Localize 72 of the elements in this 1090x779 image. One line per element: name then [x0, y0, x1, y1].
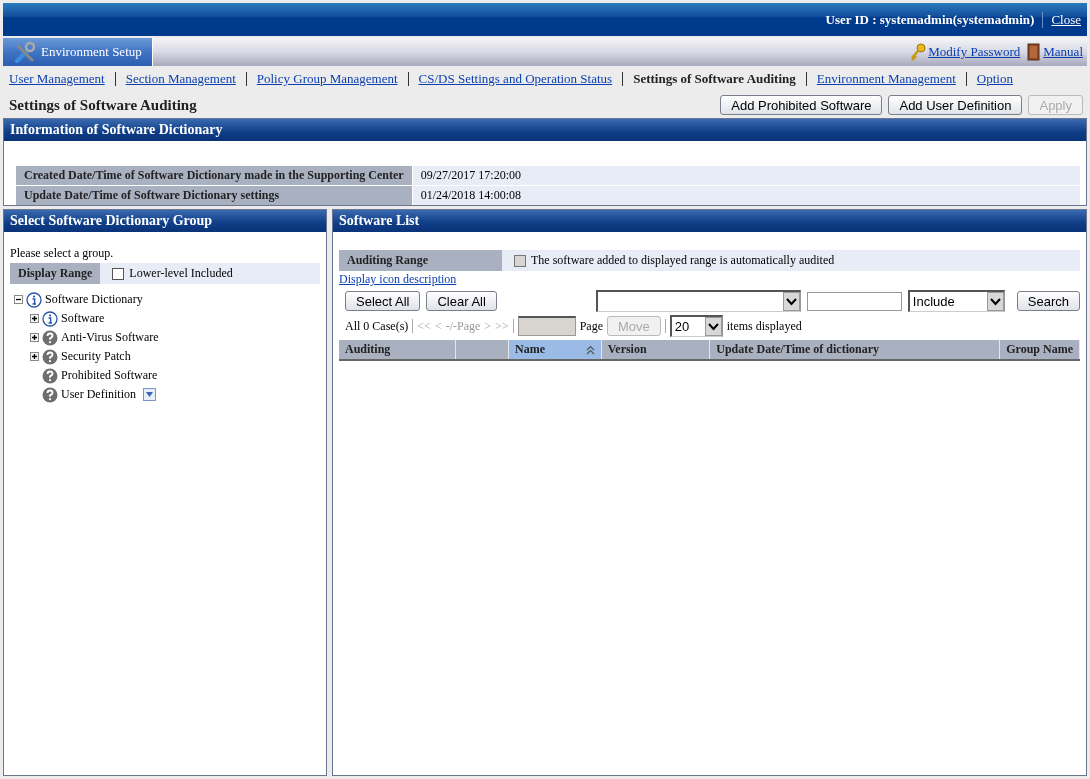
help-icon: [42, 367, 58, 384]
tree-item[interactable]: Security Patch: [61, 349, 131, 364]
collapse-icon[interactable]: [14, 295, 23, 304]
page-title: Settings of Software Auditing: [9, 96, 197, 114]
case-count: All 0 Case(s): [345, 318, 409, 334]
field-value: 09/27/2017 17:20:00: [412, 166, 1080, 185]
icon-description-link[interactable]: Display icon description: [339, 272, 457, 287]
tree-item[interactable]: Software: [61, 311, 105, 326]
select-button[interactable]: Select All: [345, 291, 421, 311]
user-id: User ID : systemadmin(systemadmin): [825, 11, 1035, 28]
page-indicator: -/-Page: [445, 318, 481, 334]
action-button[interactable]: Add Prohibited Software: [720, 95, 883, 115]
dropdown-icon[interactable]: [143, 388, 156, 401]
action-button[interactable]: Add User Definition: [888, 95, 1023, 115]
help-icon: [42, 348, 58, 365]
field-label: Created Date/Time of Software Dictionary made in the Supporting Center: [16, 166, 412, 185]
keyword-field[interactable]: [806, 291, 902, 311]
expand-icon[interactable]: [30, 352, 39, 361]
manual-link[interactable]: Manual: [1043, 44, 1083, 60]
field-label: Update Date/Time of Software Dictionary settings: [16, 186, 412, 205]
sort-ascending-icon: [585, 344, 595, 355]
page-label: Page: [579, 318, 603, 334]
caret-icon: [986, 292, 1004, 311]
per-page-dropdown[interactable]: 20: [669, 315, 723, 337]
tree-item[interactable]: Prohibited Software: [61, 368, 158, 383]
select-button[interactable]: Clear All: [426, 291, 497, 311]
field-value: 01/24/2018 14:00:08: [412, 186, 1080, 205]
info-icon: [26, 291, 42, 308]
panel-title: Software List: [333, 210, 1086, 232]
caret-icon: [704, 317, 722, 336]
panel-title: Select Software Dictionary Group: [4, 210, 326, 232]
column-header[interactable]: Group Name: [999, 340, 1080, 360]
checkbox-label: Lower-level Included: [129, 266, 233, 281]
environment-setup-tab[interactable]: Environment Setup: [3, 38, 153, 66]
key-icon: [909, 43, 927, 61]
expand-icon[interactable]: [30, 314, 39, 323]
nav-link[interactable]: Environment Management: [816, 71, 956, 87]
help-icon: [42, 329, 58, 346]
hint-text: Please select a group.: [10, 246, 115, 261]
modify-password-link[interactable]: Modify Password: [928, 44, 1021, 60]
nav-link[interactable]: Settings of Software Auditing: [633, 71, 796, 87]
tree-item[interactable]: Software Dictionary: [45, 292, 143, 307]
column-header[interactable]: Auditing: [339, 340, 456, 360]
panel-title: Information of Software Dictionary: [4, 119, 1086, 141]
caret-icon: [782, 292, 800, 311]
nav-link[interactable]: Section Management: [125, 71, 236, 87]
column-header[interactable]: Update Date/Time of dictionary: [709, 340, 1000, 360]
tree-item[interactable]: Anti-Virus Software: [61, 330, 159, 345]
close-link[interactable]: Close: [1051, 11, 1081, 28]
column-header[interactable]: Name: [508, 340, 602, 360]
expand-icon[interactable]: [30, 333, 39, 342]
column-header[interactable]: [455, 340, 509, 360]
match-dropdown[interactable]: Include: [907, 290, 1005, 312]
info-icon: [42, 310, 58, 327]
nav-link[interactable]: User Management: [9, 71, 105, 87]
nav-link[interactable]: Option: [976, 71, 1013, 87]
nav-link[interactable]: Policy Group Management: [256, 71, 398, 87]
tools-icon: [13, 41, 35, 63]
checkbox[interactable]: [514, 254, 526, 267]
checkbox[interactable]: [112, 267, 125, 280]
field-dropdown[interactable]: [595, 290, 801, 312]
search-button[interactable]: Search: [1016, 291, 1080, 311]
book-icon: [1026, 43, 1042, 61]
column-header[interactable]: Version: [601, 340, 710, 360]
help-icon: [42, 386, 58, 403]
field-label: Auditing Range: [339, 250, 502, 271]
checkbox-label: The software added to displayed range is automatically audited: [531, 253, 835, 268]
field-label: Display Range: [10, 263, 101, 284]
tree-item[interactable]: User Definition: [61, 387, 136, 402]
page-field[interactable]: [517, 316, 576, 336]
nav-link[interactable]: CS/DS Settings and Operation Status: [418, 71, 613, 87]
per-page-label: items displayed: [726, 318, 802, 334]
